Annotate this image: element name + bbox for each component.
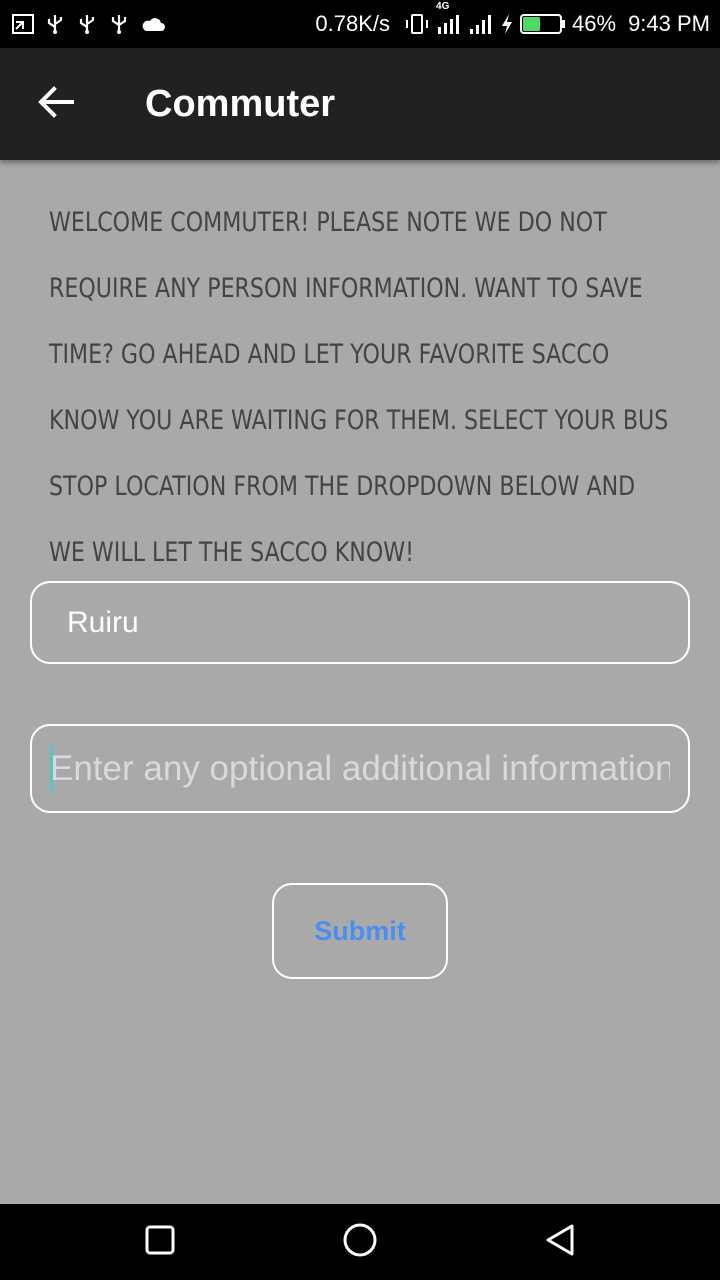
battery-icon — [520, 13, 566, 35]
intro-text: Welcome commuter! Please note we do not … — [49, 207, 669, 568]
page-title: Commuter — [145, 82, 336, 125]
clock: 9:43 PM — [628, 11, 710, 36]
bus-stop-dropdown[interactable]: Ruiru — [30, 581, 690, 664]
cloud-icon — [140, 15, 166, 33]
status-left-icons — [12, 13, 166, 35]
signal-icon — [468, 13, 494, 35]
net-speed: 0.78K/s — [315, 11, 391, 36]
recent-apps-button[interactable] — [140, 1222, 180, 1262]
bus-stop-selected-value: Ruiru — [67, 605, 139, 639]
back-icon — [544, 1223, 576, 1262]
status-bar: 0.78K/s 4G 46% 9:43 PM — [0, 0, 720, 48]
usb-icon — [76, 13, 98, 35]
status-right-icons: 0.78K/s 4G 46% 9:43 PM — [315, 1, 710, 37]
submit-button[interactable]: Submit — [272, 883, 448, 979]
battery-percent: 46% — [572, 11, 617, 36]
signal-icon: 4G — [436, 1, 462, 35]
home-button[interactable] — [340, 1222, 380, 1262]
arrow-back-icon — [38, 85, 74, 123]
network-type: 4G — [436, 1, 450, 12]
recent-apps-icon — [145, 1225, 175, 1260]
usb-icon — [44, 13, 66, 35]
vibrate-icon — [404, 13, 430, 35]
usb-icon — [108, 13, 130, 35]
screenshot-icon — [12, 14, 34, 34]
additional-info-input[interactable] — [30, 724, 690, 813]
system-back-button[interactable] — [540, 1222, 580, 1262]
navigation-bar — [0, 1204, 720, 1280]
app-bar: Commuter — [0, 48, 720, 160]
text-cursor — [50, 745, 53, 793]
home-icon — [342, 1222, 378, 1263]
charging-icon — [500, 13, 514, 35]
back-button[interactable] — [0, 48, 112, 160]
